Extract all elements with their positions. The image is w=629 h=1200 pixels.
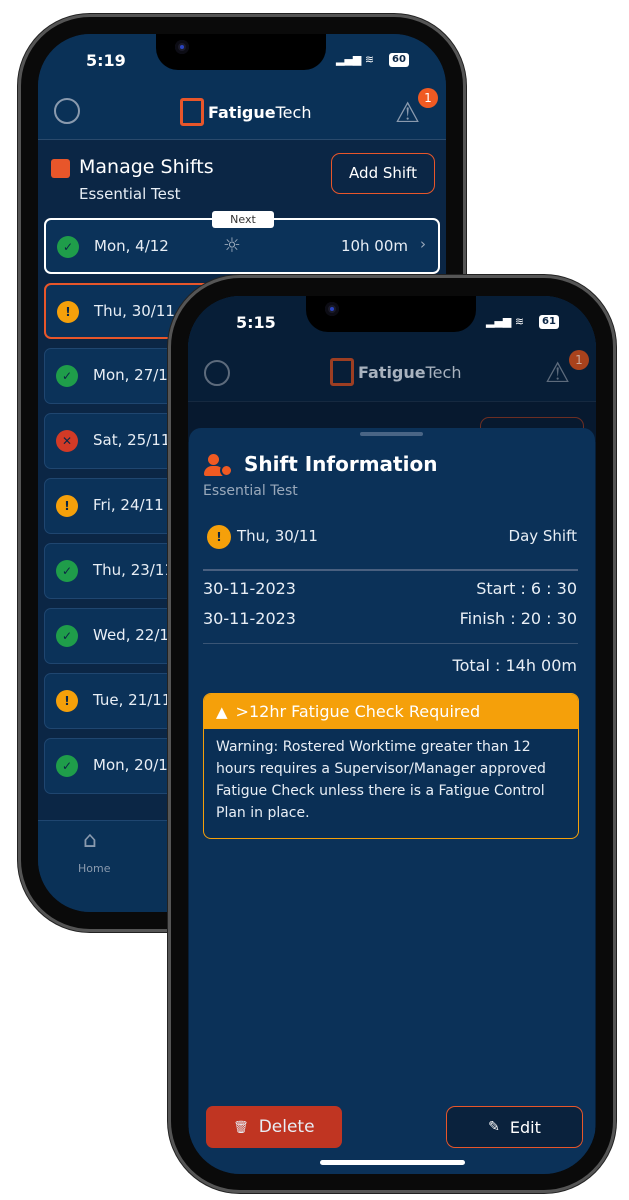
status-time: 5:19	[86, 51, 126, 70]
logo-mark-icon	[330, 358, 354, 386]
start-date: 30-11-2023	[203, 579, 296, 598]
finish-time: Finish : 20 : 30	[459, 609, 577, 628]
warning-title: >12hr Fatigue Check Required	[235, 702, 481, 721]
nav-home[interactable]: Home	[78, 862, 110, 875]
alert-badge: 1	[569, 350, 589, 370]
camera	[175, 40, 189, 54]
status-time: 5:15	[236, 313, 276, 332]
warning-triangle-icon: ▲	[216, 702, 228, 721]
logo-text-b: Tech	[425, 362, 462, 382]
status-ok-icon: ✓	[57, 236, 79, 258]
shift-date: Thu, 23/11	[93, 561, 174, 579]
delete-button[interactable]: 🗑 Delete	[206, 1106, 342, 1148]
edit-button[interactable]: ✎ Edit	[446, 1106, 583, 1148]
sun-icon: ☼	[223, 233, 241, 257]
shift-type: Day Shift	[508, 527, 577, 545]
shift-date: Fri, 24/11	[93, 496, 164, 514]
sheet-title: Shift Information	[244, 452, 438, 476]
shift-date: Thu, 30/11	[237, 527, 318, 545]
shift-date: Thu, 30/11	[94, 302, 175, 320]
warning-body: Warning: Rostered Worktime greater than …	[216, 739, 546, 821]
sheet-subtitle: Essential Test	[203, 483, 298, 499]
logo: Fatigue Tech	[180, 98, 311, 126]
add-shift-button[interactable]: Add Shift	[331, 153, 435, 194]
logo-text-b: Tech	[275, 102, 312, 122]
status-ok-icon: ✓	[56, 365, 78, 387]
pencil-icon: ✎	[488, 1119, 500, 1135]
alert-icon: ⚠	[545, 356, 571, 389]
shift-date: Mon, 20/11	[93, 756, 178, 774]
trash-icon: 🗑	[233, 1120, 249, 1134]
alert-icon[interactable]: ⚠	[395, 96, 420, 129]
finish-date: 30-11-2023	[203, 609, 296, 628]
status-warn-icon: !	[56, 690, 78, 712]
logo-mark-icon	[180, 98, 204, 126]
fatigue-warning-card: ▲ >12hr Fatigue Check Required Warning: …	[203, 693, 579, 839]
total-time: Total : 14h 00m	[452, 656, 577, 675]
next-label: Next	[212, 211, 274, 228]
user-clock-icon	[204, 454, 233, 478]
chevron-right-icon: ›	[420, 235, 426, 253]
status-ok-icon: ✓	[56, 625, 78, 647]
phone-front: Fatigue Tech ⚠ 1 5:15 ▂▄▆ ≋ 61 Shift Info…	[168, 275, 616, 1193]
status-warn-icon: !	[57, 301, 79, 323]
start-time: Start : 6 : 30	[476, 579, 577, 598]
warning-status-icon: !	[207, 525, 231, 549]
logo-text-a: Fatigue	[358, 362, 426, 382]
profile-icon[interactable]	[54, 98, 80, 124]
screen-front: Fatigue Tech ⚠ 1 5:15 ▂▄▆ ≋ 61 Shift Info…	[188, 296, 596, 1174]
profile-icon	[204, 360, 230, 386]
shift-date: Mon, 27/11	[93, 366, 178, 384]
signal-wifi-icon: ▂▄▆ ≋	[336, 53, 375, 66]
page-title: Manage Shifts	[79, 156, 214, 178]
sheet-drag-handle[interactable]	[360, 432, 423, 436]
delete-label: Delete	[258, 1117, 315, 1137]
shift-date: Tue, 21/11	[93, 691, 172, 709]
status-warn-icon: !	[56, 495, 78, 517]
logo-text-a: Fatigue	[208, 102, 276, 122]
home-icon[interactable]: ⌂	[83, 828, 97, 853]
status-bad-icon: ✕	[56, 430, 78, 452]
alert-badge: 1	[418, 88, 438, 108]
battery-indicator: 60	[389, 53, 409, 67]
calendar-icon	[51, 159, 70, 178]
shift-date: Mon, 4/12	[94, 237, 169, 255]
signal-wifi-icon: ▂▄▆ ≋	[486, 315, 525, 328]
shift-date: Wed, 22/11	[93, 626, 179, 644]
divider	[203, 643, 578, 644]
shift-duration: 10h 00m	[340, 237, 408, 255]
home-indicator	[320, 1160, 465, 1165]
status-ok-icon: ✓	[56, 755, 78, 777]
page-subtitle: Essential Test	[79, 185, 181, 203]
battery-indicator: 61	[539, 315, 559, 329]
divider	[203, 569, 578, 571]
shift-info-sheet: Shift Information Essential Test ! Thu, …	[189, 428, 595, 1174]
logo: Fatigue Tech	[330, 358, 461, 386]
camera	[325, 302, 339, 316]
shift-row[interactable]: ✓ Mon, 4/12 Next ☼ 10h 00m ›	[44, 211, 440, 274]
shift-date: Sat, 25/11	[93, 431, 171, 449]
edit-label: Edit	[509, 1117, 541, 1137]
status-ok-icon: ✓	[56, 560, 78, 582]
